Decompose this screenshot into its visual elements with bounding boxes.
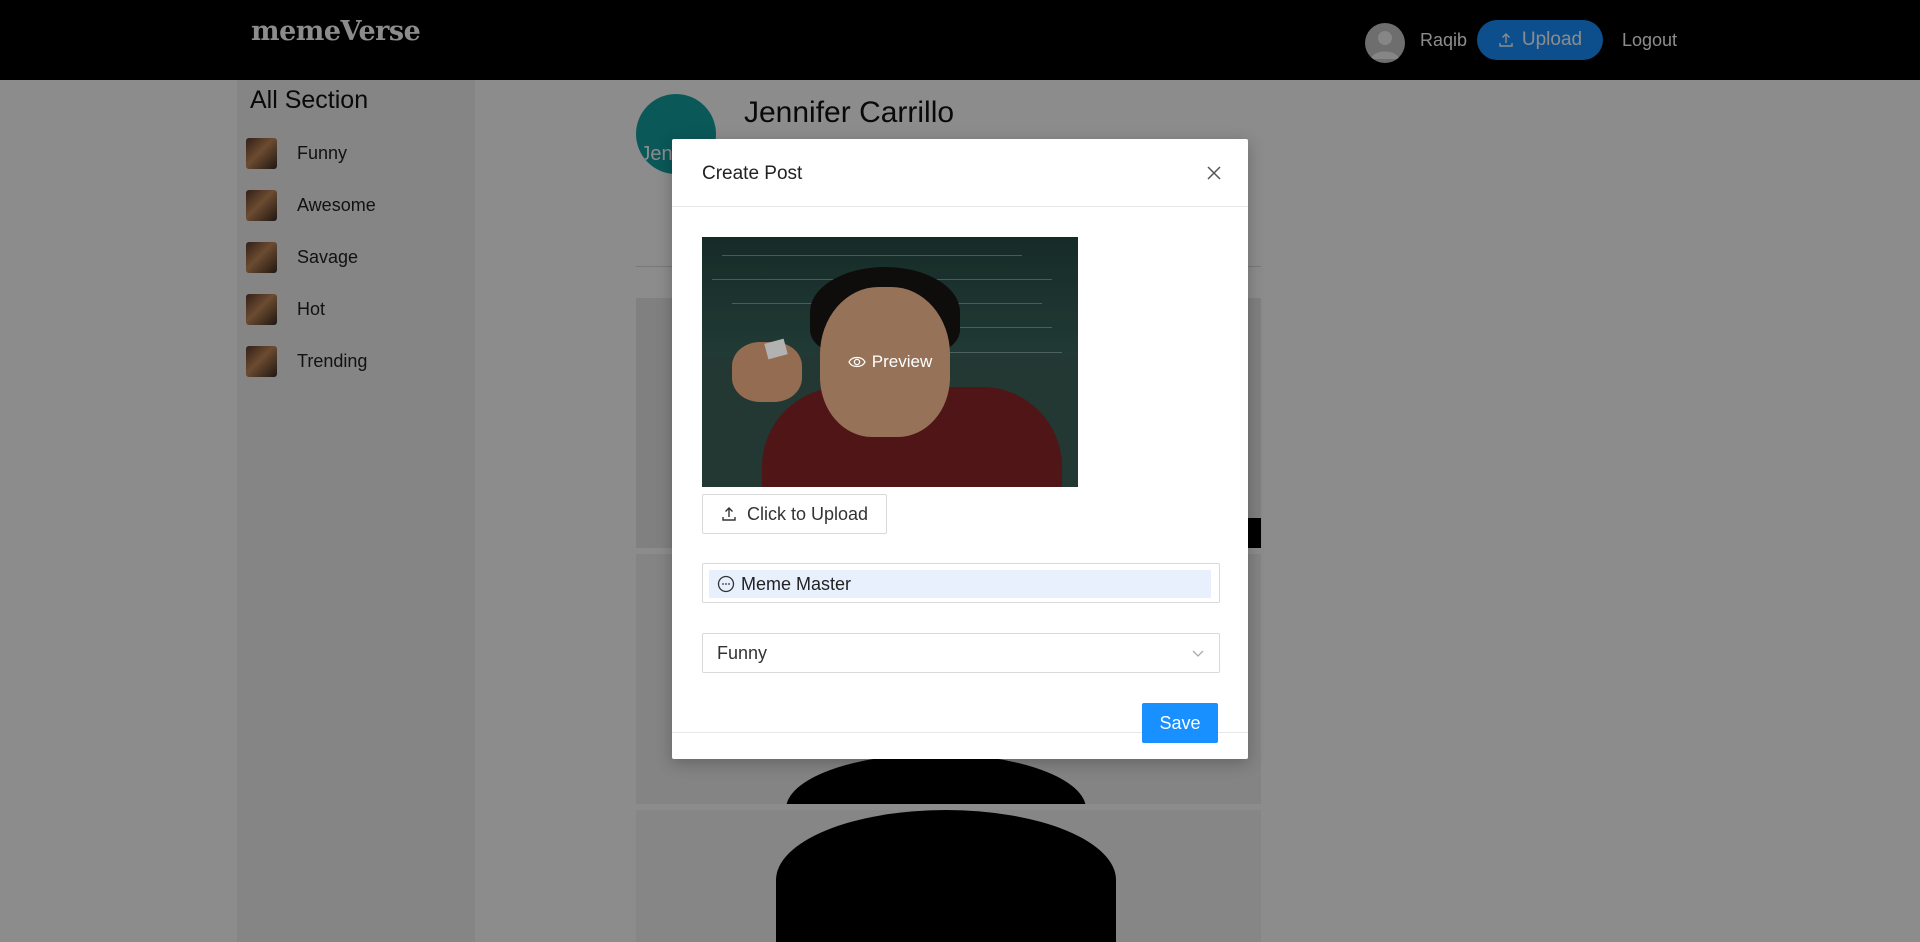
category-select-value: Funny (717, 642, 768, 663)
modal-header: Create Post (672, 139, 1248, 207)
close-icon (1207, 166, 1221, 180)
preview-label: Preview (871, 352, 933, 371)
meme-preview-image[interactable]: Preview (702, 237, 1078, 487)
eye-icon (848, 356, 866, 368)
click-to-upload-button[interactable]: Click to Upload (702, 494, 887, 534)
create-post-modal: Create Post Preview Click to Upload Meme… (672, 139, 1248, 759)
modal-title: Create Post (702, 163, 803, 184)
close-button[interactable] (1202, 161, 1226, 185)
meme-name-input[interactable]: Meme Master (702, 563, 1220, 603)
click-to-upload-label: Click to Upload (746, 503, 869, 524)
message-icon (717, 575, 735, 593)
meme-name-value: Meme Master (741, 573, 852, 594)
chevron-down-icon (1192, 650, 1204, 657)
save-button[interactable]: Save (1142, 703, 1218, 743)
preview-button[interactable]: Preview (702, 237, 1078, 487)
upload-icon (722, 507, 736, 521)
category-select[interactable]: Funny (702, 633, 1220, 673)
